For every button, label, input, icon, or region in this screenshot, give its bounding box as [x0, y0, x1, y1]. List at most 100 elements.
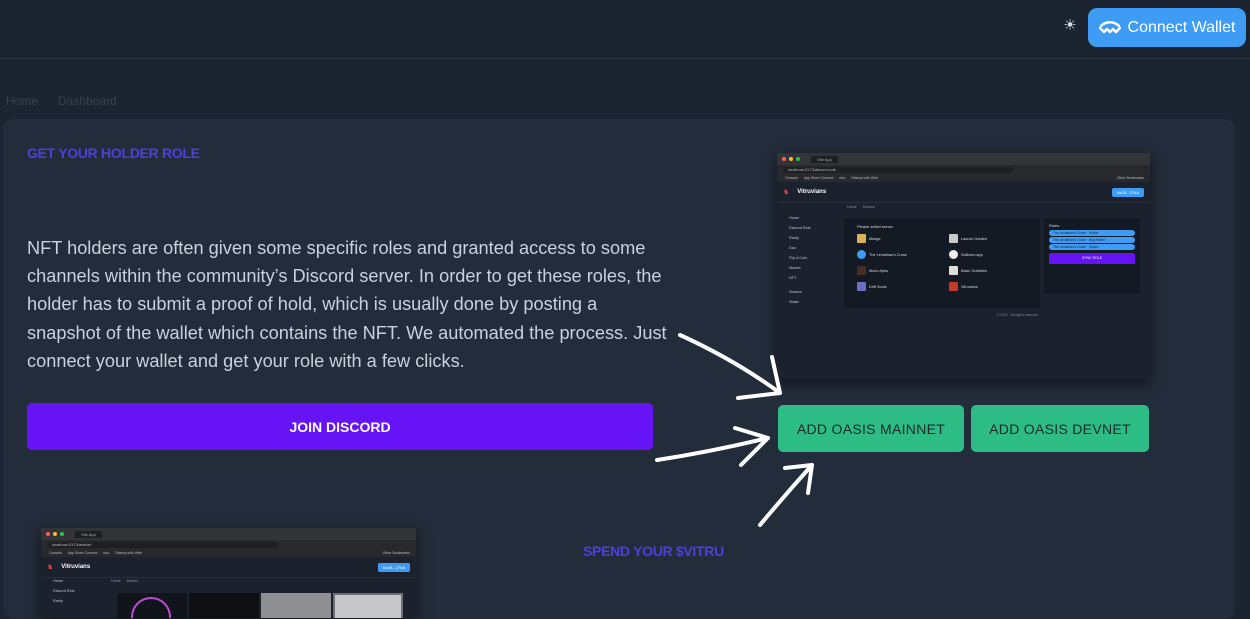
- holder-role-description: NFT holders are often given some specifi…: [27, 238, 667, 371]
- add-oasis-mainnet-button[interactable]: ADD OASIS MAINNET: [778, 405, 964, 452]
- bookmark: App Store Connect: [67, 551, 98, 555]
- preview-breadcrumb-item: Home: [847, 205, 857, 209]
- server-thumb-icon: [857, 282, 866, 291]
- bookmark: Other Bookmarks: [1116, 176, 1144, 180]
- browser-tab: Vite App: [811, 155, 838, 163]
- bookmark: ubo: [839, 176, 846, 180]
- preview-sidebar-item: Rarity: [53, 599, 63, 603]
- bookmark: Console: [785, 176, 798, 180]
- preview-server-item: Vitruvians: [949, 282, 978, 291]
- preview-app-title: Vitruvians: [61, 564, 91, 570]
- bookmark: Startup with Web: [851, 176, 878, 180]
- preview-wallet-button: 0xG8...27bA: [1111, 187, 1144, 197]
- bookmark: Other Bookmarks: [382, 551, 410, 555]
- preview-sidebar-item: Discord Role: [53, 589, 75, 593]
- address-bar: localhost:3173/discord-role: [777, 165, 1150, 174]
- preview-roles-title: Roles: [1049, 223, 1060, 228]
- preview-server-item: The Leviathan's Curse: [857, 250, 907, 259]
- bookmarks-bar: Console App Store Connect ubo Startup wi…: [41, 549, 416, 557]
- preview-sidebar: Home Discord Role Rarity Dao Flip A Coin…: [781, 213, 841, 307]
- preview-sidebar-item: Dao: [789, 246, 796, 250]
- preview-servers-panel: Please select server Mirage Launch Garde…: [844, 218, 1040, 308]
- preview-breadcrumb-item: Discord: [862, 205, 875, 209]
- preview-sidebar-item: Discord Role: [789, 226, 811, 230]
- vitruvians-logo-icon: ♞: [783, 189, 790, 196]
- maximize-dot-icon: [60, 532, 64, 536]
- url-field: localhost:3173/market: [47, 541, 279, 548]
- preview-sidebar-item: Rarity: [789, 236, 799, 240]
- close-dot-icon: [782, 157, 786, 161]
- browser-tabbar: Vite App: [777, 153, 1150, 165]
- bookmark: ubo: [103, 551, 110, 555]
- preview-breadcrumb: Home Discord: [847, 205, 875, 209]
- preview-wallet-button: 0xG8...27bA: [377, 562, 410, 572]
- preview-footer: © 2022 - All rights reserved: [997, 313, 1038, 317]
- server-thumb-icon: [949, 250, 958, 259]
- breadcrumb: Home Dashboard: [6, 94, 117, 108]
- preview-server-item: Launch Garden: [949, 234, 987, 243]
- minimize-dot-icon: [53, 532, 57, 536]
- bookmarks-bar: Console App Store Connect ubo Startup wi…: [777, 174, 1150, 182]
- vitruvians-logo-icon: ♞: [47, 564, 54, 571]
- server-thumb-icon: [949, 282, 958, 291]
- preview-app-header: ♞ Vitruvians 0xG8...27bA: [41, 557, 416, 578]
- preview-server-item: Sollicers app: [949, 250, 983, 259]
- preview-server-item: Moon Apes: [857, 266, 888, 275]
- preview-breadcrumb: Home Market: [111, 579, 138, 583]
- bookmark: App Store Connect: [803, 176, 834, 180]
- preview-sidebar-item: Home: [53, 579, 64, 583]
- preview-server-item: Mirage: [857, 234, 881, 243]
- spend-vitru-title: SPEND YOUR $VITRU: [583, 543, 724, 559]
- preview-sync-button: SYNC ROLE: [1049, 253, 1135, 264]
- join-discord-button[interactable]: JOIN DISCORD: [27, 403, 653, 450]
- preview-server-item: Drift Souls: [857, 282, 887, 291]
- preview-breadcrumb-item: Home: [111, 579, 121, 583]
- sun-icon[interactable]: ☀: [1060, 16, 1080, 36]
- preview-roles-panel: Roles The Leviathan's Curse · Holder The…: [1044, 218, 1140, 294]
- url-field: localhost:3173/discord-role: [783, 166, 1014, 173]
- preview-server-item: Basic Scribbles: [949, 266, 987, 275]
- browser-tabbar: Vite App: [41, 528, 416, 540]
- preview-role-chip: The Leviathan's Curse · Holder: [1049, 230, 1135, 236]
- nft-ring-icon: [131, 597, 171, 618]
- preview-role-chip: The Leviathan's Curse · Sniper: [1049, 244, 1135, 250]
- address-bar: localhost:3173/market: [41, 540, 416, 549]
- nft-thumbnail: [117, 593, 187, 618]
- bookmark: Console: [49, 551, 62, 555]
- server-thumb-icon: [949, 266, 958, 275]
- nft-thumbnail: [189, 593, 259, 618]
- server-thumb-icon: [857, 266, 866, 275]
- top-navbar: ☀ Connect Wallet: [0, 0, 1250, 59]
- nft-thumbnail: [333, 593, 403, 618]
- discord-role-preview: Vite App localhost:3173/discord-role Con…: [777, 153, 1150, 379]
- preview-sidebar-item: Market: [789, 266, 801, 270]
- preview-sidebar-item: Stake: [789, 300, 799, 304]
- connect-wallet-button[interactable]: Connect Wallet: [1088, 8, 1246, 47]
- walletconnect-icon: [1098, 20, 1121, 33]
- breadcrumb-current: Dashboard: [58, 94, 117, 108]
- holder-role-title: GET YOUR HOLDER ROLE: [27, 145, 200, 161]
- server-thumb-icon: [857, 250, 866, 259]
- preview-app-title: Vitruvians: [797, 189, 827, 195]
- close-dot-icon: [46, 532, 50, 536]
- preview-breadcrumb-item: Market: [126, 579, 138, 583]
- bookmark: Startup with Web: [115, 551, 142, 555]
- breadcrumb-home[interactable]: Home: [6, 94, 38, 108]
- minimize-dot-icon: [789, 157, 793, 161]
- connect-wallet-label: Connect Wallet: [1127, 18, 1236, 36]
- preview-sidebar-item: Home: [789, 216, 800, 220]
- maximize-dot-icon: [796, 157, 800, 161]
- preview-sidebar-item: Season: [789, 290, 802, 294]
- preview-sidebar-item: Flip A Coin: [789, 256, 808, 260]
- server-thumb-icon: [949, 234, 958, 243]
- preview-sidebar: Home Discord Role Rarity: [45, 576, 105, 606]
- preview-sidebar-item: NFT: [789, 276, 797, 280]
- browser-tab: Vite App: [75, 530, 102, 538]
- add-oasis-devnet-button[interactable]: ADD OASIS DEVNET: [971, 405, 1149, 452]
- preview-servers-title: Please select server: [857, 224, 894, 229]
- preview-app-header: ♞ Vitruvians 0xG8...27bA: [777, 182, 1150, 203]
- preview-role-chip: The Leviathan's Curse · Bag Holder: [1049, 237, 1135, 243]
- server-thumb-icon: [857, 234, 866, 243]
- market-preview: Vite App localhost:3173/market Console A…: [41, 528, 416, 618]
- nft-thumbnail: [261, 593, 331, 618]
